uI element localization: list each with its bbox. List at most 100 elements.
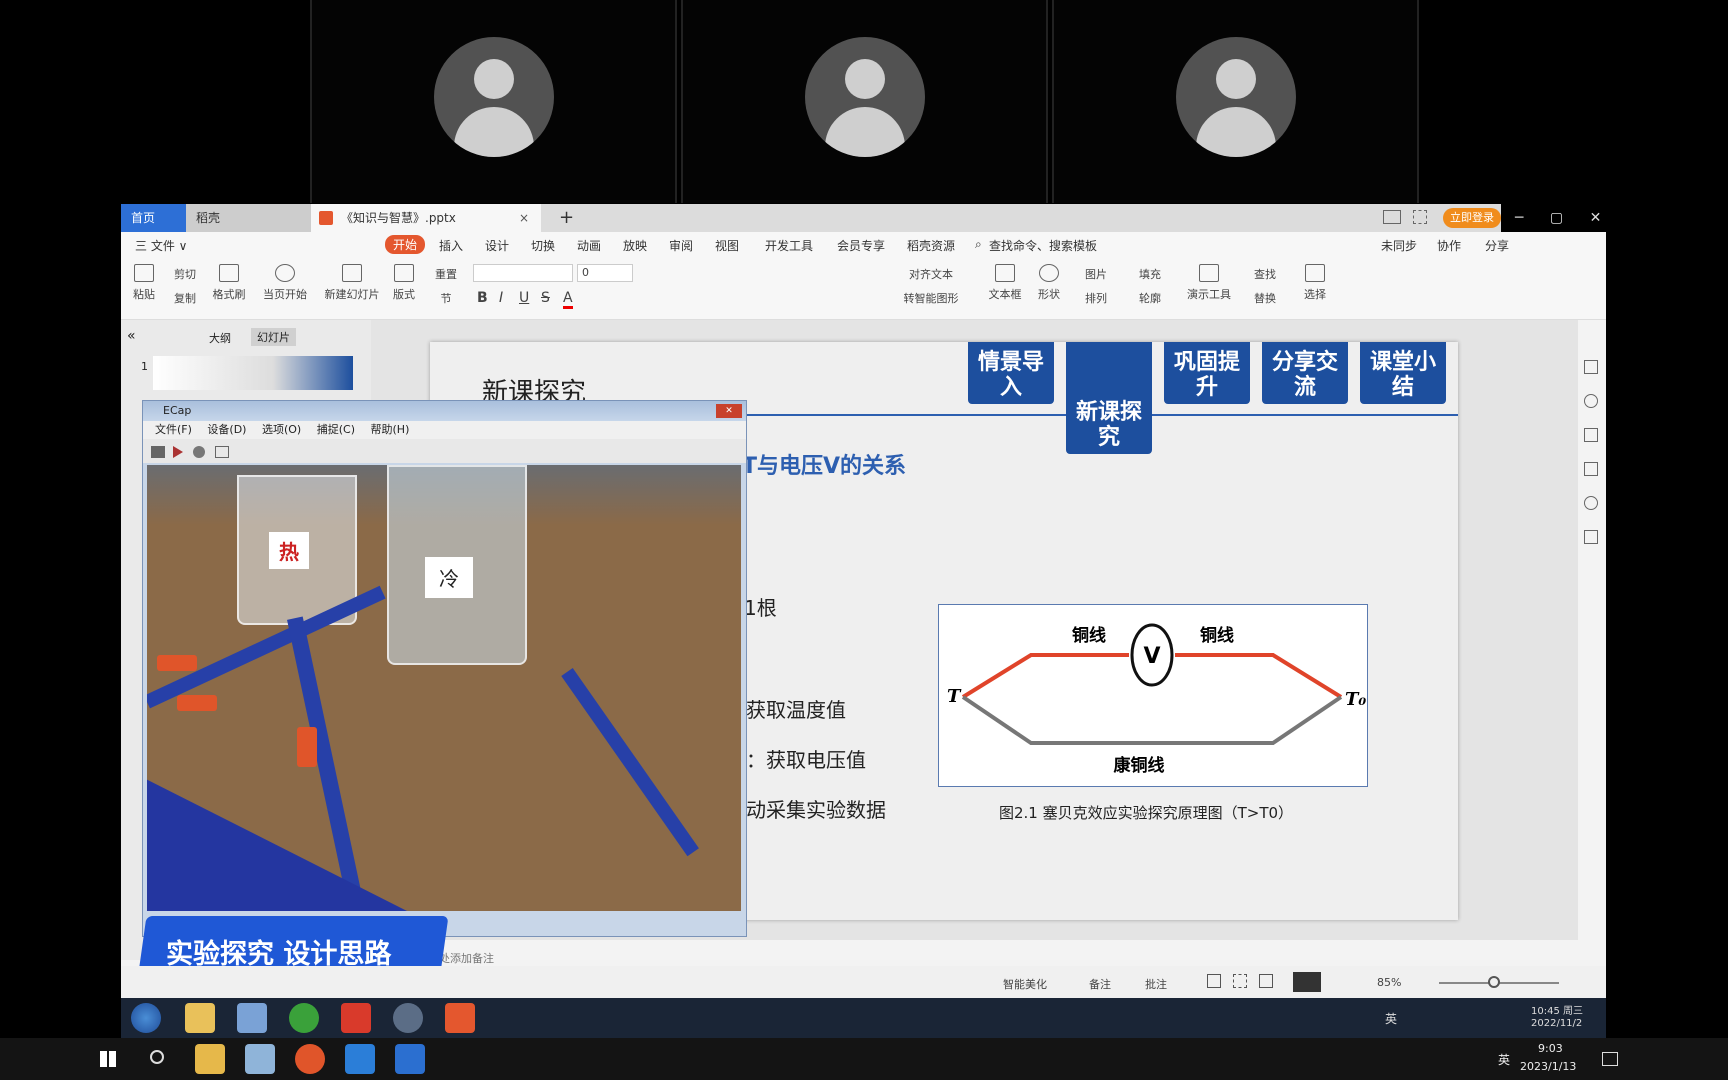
ppt-icon[interactable]: [445, 1003, 475, 1033]
replace-button[interactable]: 替换: [1243, 290, 1287, 306]
copy-button[interactable]: 复制: [165, 290, 205, 306]
settings-icon[interactable]: [1584, 360, 1598, 374]
windows-lang[interactable]: 英: [1498, 1051, 1510, 1068]
slide-thumbnail[interactable]: [153, 356, 353, 390]
new-slide-button[interactable]: 新建幻灯片: [319, 264, 385, 302]
find-button[interactable]: 查找: [1243, 266, 1287, 282]
camera-icon[interactable]: [151, 446, 165, 458]
screen-share-icon[interactable]: [395, 1044, 425, 1074]
meeting-app-icon[interactable]: [345, 1044, 375, 1074]
layout-icon[interactable]: [1383, 210, 1401, 224]
settings-icon[interactable]: [215, 446, 229, 458]
edit-icon[interactable]: [1584, 462, 1598, 476]
collaborate-button[interactable]: 协作: [1437, 237, 1461, 254]
help-icon[interactable]: [393, 1003, 423, 1033]
select-button[interactable]: 选择: [1297, 264, 1333, 302]
sorter-view-icon[interactable]: [1233, 974, 1247, 988]
tab-document[interactable]: 《知识与智慧》.pptx ×: [311, 204, 541, 232]
arrange-button[interactable]: 排列: [1073, 290, 1119, 306]
nav-intro[interactable]: 情景导入: [968, 342, 1054, 404]
ecap-menu-help[interactable]: 帮助(H): [371, 423, 410, 436]
paste-button[interactable]: 粘贴: [129, 264, 159, 302]
collapse-pane-button[interactable]: «: [127, 328, 136, 344]
font-size-select[interactable]: 0: [577, 264, 633, 282]
pin-icon[interactable]: [1584, 394, 1598, 408]
folder-icon[interactable]: [237, 1003, 267, 1033]
notification-icon[interactable]: [1602, 1052, 1618, 1066]
windows-start-icon[interactable]: [100, 1051, 116, 1067]
section-button[interactable]: 节: [425, 290, 467, 306]
beautify-button[interactable]: 智能美化: [1003, 976, 1047, 992]
search-icon[interactable]: [150, 1050, 164, 1064]
menu-animation[interactable]: 动画: [577, 237, 601, 254]
strikethrough-icon[interactable]: S: [541, 290, 550, 306]
grid-icon[interactable]: [1413, 210, 1427, 224]
outline-button[interactable]: 轮廓: [1127, 290, 1173, 306]
explorer-icon[interactable]: [185, 1003, 215, 1033]
align-text-button[interactable]: 对齐文本: [891, 266, 971, 282]
file-explorer-icon[interactable]: [195, 1044, 225, 1074]
tab-home[interactable]: 首页: [121, 204, 186, 232]
sync-status[interactable]: 未同步: [1381, 237, 1417, 254]
fill-button[interactable]: 填充: [1127, 266, 1173, 282]
ecap-close-icon[interactable]: ✕: [716, 404, 742, 418]
notes-placeholder[interactable]: 处添加备注: [439, 950, 494, 966]
menu-docer[interactable]: 稻壳资源: [907, 237, 955, 254]
minimize-icon[interactable]: ─: [1515, 210, 1523, 226]
from-current-button[interactable]: 当页开始: [257, 264, 313, 302]
menu-slideshow[interactable]: 放映: [623, 237, 647, 254]
menu-start[interactable]: 开始: [385, 235, 426, 254]
italic-icon[interactable]: I: [499, 290, 503, 306]
maximize-icon[interactable]: ▢: [1550, 210, 1563, 226]
location-icon[interactable]: [1584, 496, 1598, 510]
font-name-select[interactable]: [473, 264, 573, 282]
close-icon[interactable]: ×: [519, 204, 529, 232]
format-painter-button[interactable]: 格式刷: [209, 264, 249, 302]
record-icon[interactable]: [173, 446, 183, 458]
layout-button[interactable]: 版式: [387, 264, 421, 302]
menu-file[interactable]: 三 文件 ∨: [135, 237, 187, 254]
textbox-button[interactable]: 文本框: [985, 264, 1025, 302]
zoom-level[interactable]: 85%: [1377, 976, 1401, 989]
slides-tab[interactable]: 幻灯片: [251, 328, 296, 346]
zoom-slider-thumb[interactable]: [1488, 976, 1500, 988]
cut-button[interactable]: 剪切: [165, 266, 205, 282]
nav-new-lesson[interactable]: 新课探究: [1066, 342, 1152, 454]
login-button[interactable]: 立即登录: [1443, 208, 1501, 228]
tab-docer[interactable]: 稻壳: [186, 204, 311, 232]
start-orb-icon[interactable]: [131, 1003, 161, 1033]
picture-button[interactable]: 图片: [1073, 266, 1119, 282]
notes-button[interactable]: 备注: [1089, 976, 1111, 992]
command-search[interactable]: 查找命令、搜索模板: [989, 237, 1097, 254]
nav-consolidate[interactable]: 巩固提升: [1164, 342, 1250, 404]
menu-insert[interactable]: 插入: [439, 237, 463, 254]
comments-button[interactable]: 批注: [1145, 976, 1167, 992]
menu-developer[interactable]: 开发工具: [765, 237, 813, 254]
close-window-icon[interactable]: ✕: [1590, 210, 1602, 226]
outline-tab[interactable]: 大纲: [209, 330, 231, 346]
shape-button[interactable]: 形状: [1031, 264, 1067, 302]
stop-icon[interactable]: [193, 446, 205, 458]
ecap-menu-file[interactable]: 文件(F): [155, 423, 192, 436]
participant-tile-3[interactable]: [1052, 0, 1419, 203]
menu-member[interactable]: 会员专享: [837, 237, 885, 254]
nav-share[interactable]: 分享交流: [1262, 342, 1348, 404]
share-button[interactable]: 分享: [1485, 237, 1509, 254]
menu-transition[interactable]: 切换: [531, 237, 555, 254]
normal-view-icon[interactable]: [1207, 974, 1221, 988]
underline-icon[interactable]: U: [519, 290, 529, 306]
copy-icon[interactable]: [1584, 428, 1598, 442]
play-button[interactable]: [1293, 972, 1321, 992]
font-color-icon[interactable]: A: [563, 290, 573, 309]
book-icon[interactable]: [1584, 530, 1598, 544]
menu-design[interactable]: 设计: [485, 237, 509, 254]
wps-icon[interactable]: [341, 1003, 371, 1033]
browser-icon[interactable]: [289, 1003, 319, 1033]
menu-view[interactable]: 视图: [715, 237, 739, 254]
smartart-button[interactable]: 转智能图形: [891, 290, 971, 306]
remote-lang[interactable]: 英: [1385, 1010, 1397, 1027]
ecap-menu-capture[interactable]: 捕捉(C): [317, 423, 355, 436]
new-tab-button[interactable]: +: [549, 204, 574, 232]
reset-button[interactable]: 重置: [425, 266, 467, 282]
reading-view-icon[interactable]: [1259, 974, 1273, 988]
